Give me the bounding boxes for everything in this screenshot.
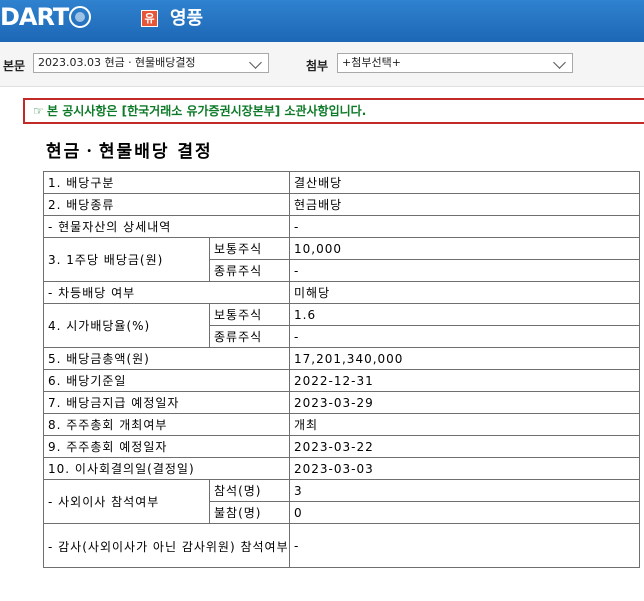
chevron-down-icon <box>249 56 262 69</box>
table-row: - 현물자산의 상세내역 - <box>43 215 640 238</box>
attach-label: 첨부 <box>306 59 329 73</box>
row-label: 2. 배당종류 <box>43 193 290 216</box>
row-label: - 차등배당 여부 <box>43 281 290 304</box>
row-value: 0 <box>289 501 640 524</box>
notice-box: ☞ 본 공시사항은 [한국거래소 유가증권시장본부] 소관사항입니다. <box>23 98 644 124</box>
table-row: 8. 주주총회 개최여부 개최 <box>43 413 640 436</box>
document-selector-bar: 본문 2023.03.03 현금ㆍ현물배당결정 첨부 +첨부선택+ <box>0 42 644 87</box>
market-badge: 유 <box>141 10 158 27</box>
row-value: - <box>289 325 640 348</box>
row-value: 3 <box>289 479 640 502</box>
row-sublabel: 불참(명) <box>209 501 290 524</box>
table-row: 2. 배당종류 현금배당 <box>43 193 640 216</box>
table-row: 5. 배당금총액(원) 17,201,340,000 <box>43 347 640 370</box>
pointing-hand-icon: ☞ <box>33 104 44 118</box>
row-label: 6. 배당기준일 <box>43 369 290 392</box>
row-label: 1. 배당구분 <box>43 171 290 194</box>
row-sublabel: 보통주식 <box>209 237 290 260</box>
table-row: 7. 배당금지급 예정일자 2023-03-29 <box>43 391 640 414</box>
row-label: - 사외이사 참석여부 <box>43 479 210 524</box>
table-row: 10. 이사회결의일(결정일) 2023-03-03 <box>43 457 640 480</box>
table-row: - 감사(사외이사가 아닌 감사위원) 참석여부 - <box>43 523 640 568</box>
row-value: 2023-03-29 <box>289 391 640 414</box>
row-label: 4. 시가배당율(%) <box>43 303 210 348</box>
row-value: 미해당 <box>289 281 640 304</box>
row-value: 2023-03-22 <box>289 435 640 458</box>
row-value: - <box>289 215 640 238</box>
dividend-table: 1. 배당구분 결산배당 2. 배당종류 현금배당 - 현물자산의 상세내역 -… <box>43 171 640 568</box>
row-value: 10,000 <box>289 237 640 260</box>
table-row: 3. 1주당 배당금(원) 보통주식 10,000 <box>43 237 640 282</box>
body-label: 본문 <box>3 59 26 73</box>
table-row: 4. 시가배당율(%) 보통주식 1.6 <box>43 303 640 348</box>
table-row: 1. 배당구분 결산배당 <box>43 171 640 194</box>
document-viewer[interactable]: ☞ 본 공시사항은 [한국거래소 유가증권시장본부] 소관사항입니다. 현금ㆍ현… <box>0 87 644 601</box>
row-sublabel: 참석(명) <box>209 479 290 502</box>
table-row: - 사외이사 참석여부 참석(명) 3 <box>43 479 640 524</box>
attach-select-value: +첨부선택+ <box>342 56 401 69</box>
table-row: - 차등배당 여부 미해당 <box>43 281 640 304</box>
logo-globe-icon <box>69 6 92 28</box>
body-select[interactable]: 2023.03.03 현금ㆍ현물배당결정 <box>33 53 269 73</box>
row-label: 8. 주주총회 개최여부 <box>43 413 290 436</box>
table-row: 6. 배당기준일 2022-12-31 <box>43 369 640 392</box>
row-label: - 감사(사외이사가 아닌 감사위원) 참석여부 <box>43 523 290 568</box>
row-value: 1.6 <box>289 303 640 326</box>
document-title: 현금ㆍ현물배당 결정 <box>46 142 213 162</box>
row-label: 3. 1주당 배당금(원) <box>43 237 210 282</box>
row-value: 개최 <box>289 413 640 436</box>
table-row: 9. 주주총회 예정일자 2023-03-22 <box>43 435 640 458</box>
row-value: 현금배당 <box>289 193 640 216</box>
row-value: 결산배당 <box>289 171 640 194</box>
row-value: - <box>289 259 640 282</box>
row-label: 7. 배당금지급 예정일자 <box>43 391 290 414</box>
attach-select[interactable]: +첨부선택+ <box>337 53 573 73</box>
top-header: DART 유 영풍 <box>0 0 644 42</box>
notice-text: 본 공시사항은 [한국거래소 유가증권시장본부] 소관사항입니다. <box>47 104 367 118</box>
row-sublabel: 보통주식 <box>209 303 290 326</box>
body-select-value: 2023.03.03 현금ㆍ현물배당결정 <box>38 56 196 69</box>
dart-logo[interactable]: DART <box>0 3 92 31</box>
row-label: 9. 주주총회 예정일자 <box>43 435 290 458</box>
row-value: 2023-03-03 <box>289 457 640 480</box>
row-label: 5. 배당금총액(원) <box>43 347 290 370</box>
row-sublabel: 종류주식 <box>209 325 290 348</box>
row-value: - <box>289 523 640 568</box>
row-value: 2022-12-31 <box>289 369 640 392</box>
chevron-down-icon <box>553 56 566 69</box>
row-sublabel: 종류주식 <box>209 259 290 282</box>
row-label: - 현물자산의 상세내역 <box>43 215 290 238</box>
row-label: 10. 이사회결의일(결정일) <box>43 457 290 480</box>
logo-text: DART <box>0 3 69 31</box>
company-name: 영풍 <box>170 8 204 29</box>
row-value: 17,201,340,000 <box>289 347 640 370</box>
